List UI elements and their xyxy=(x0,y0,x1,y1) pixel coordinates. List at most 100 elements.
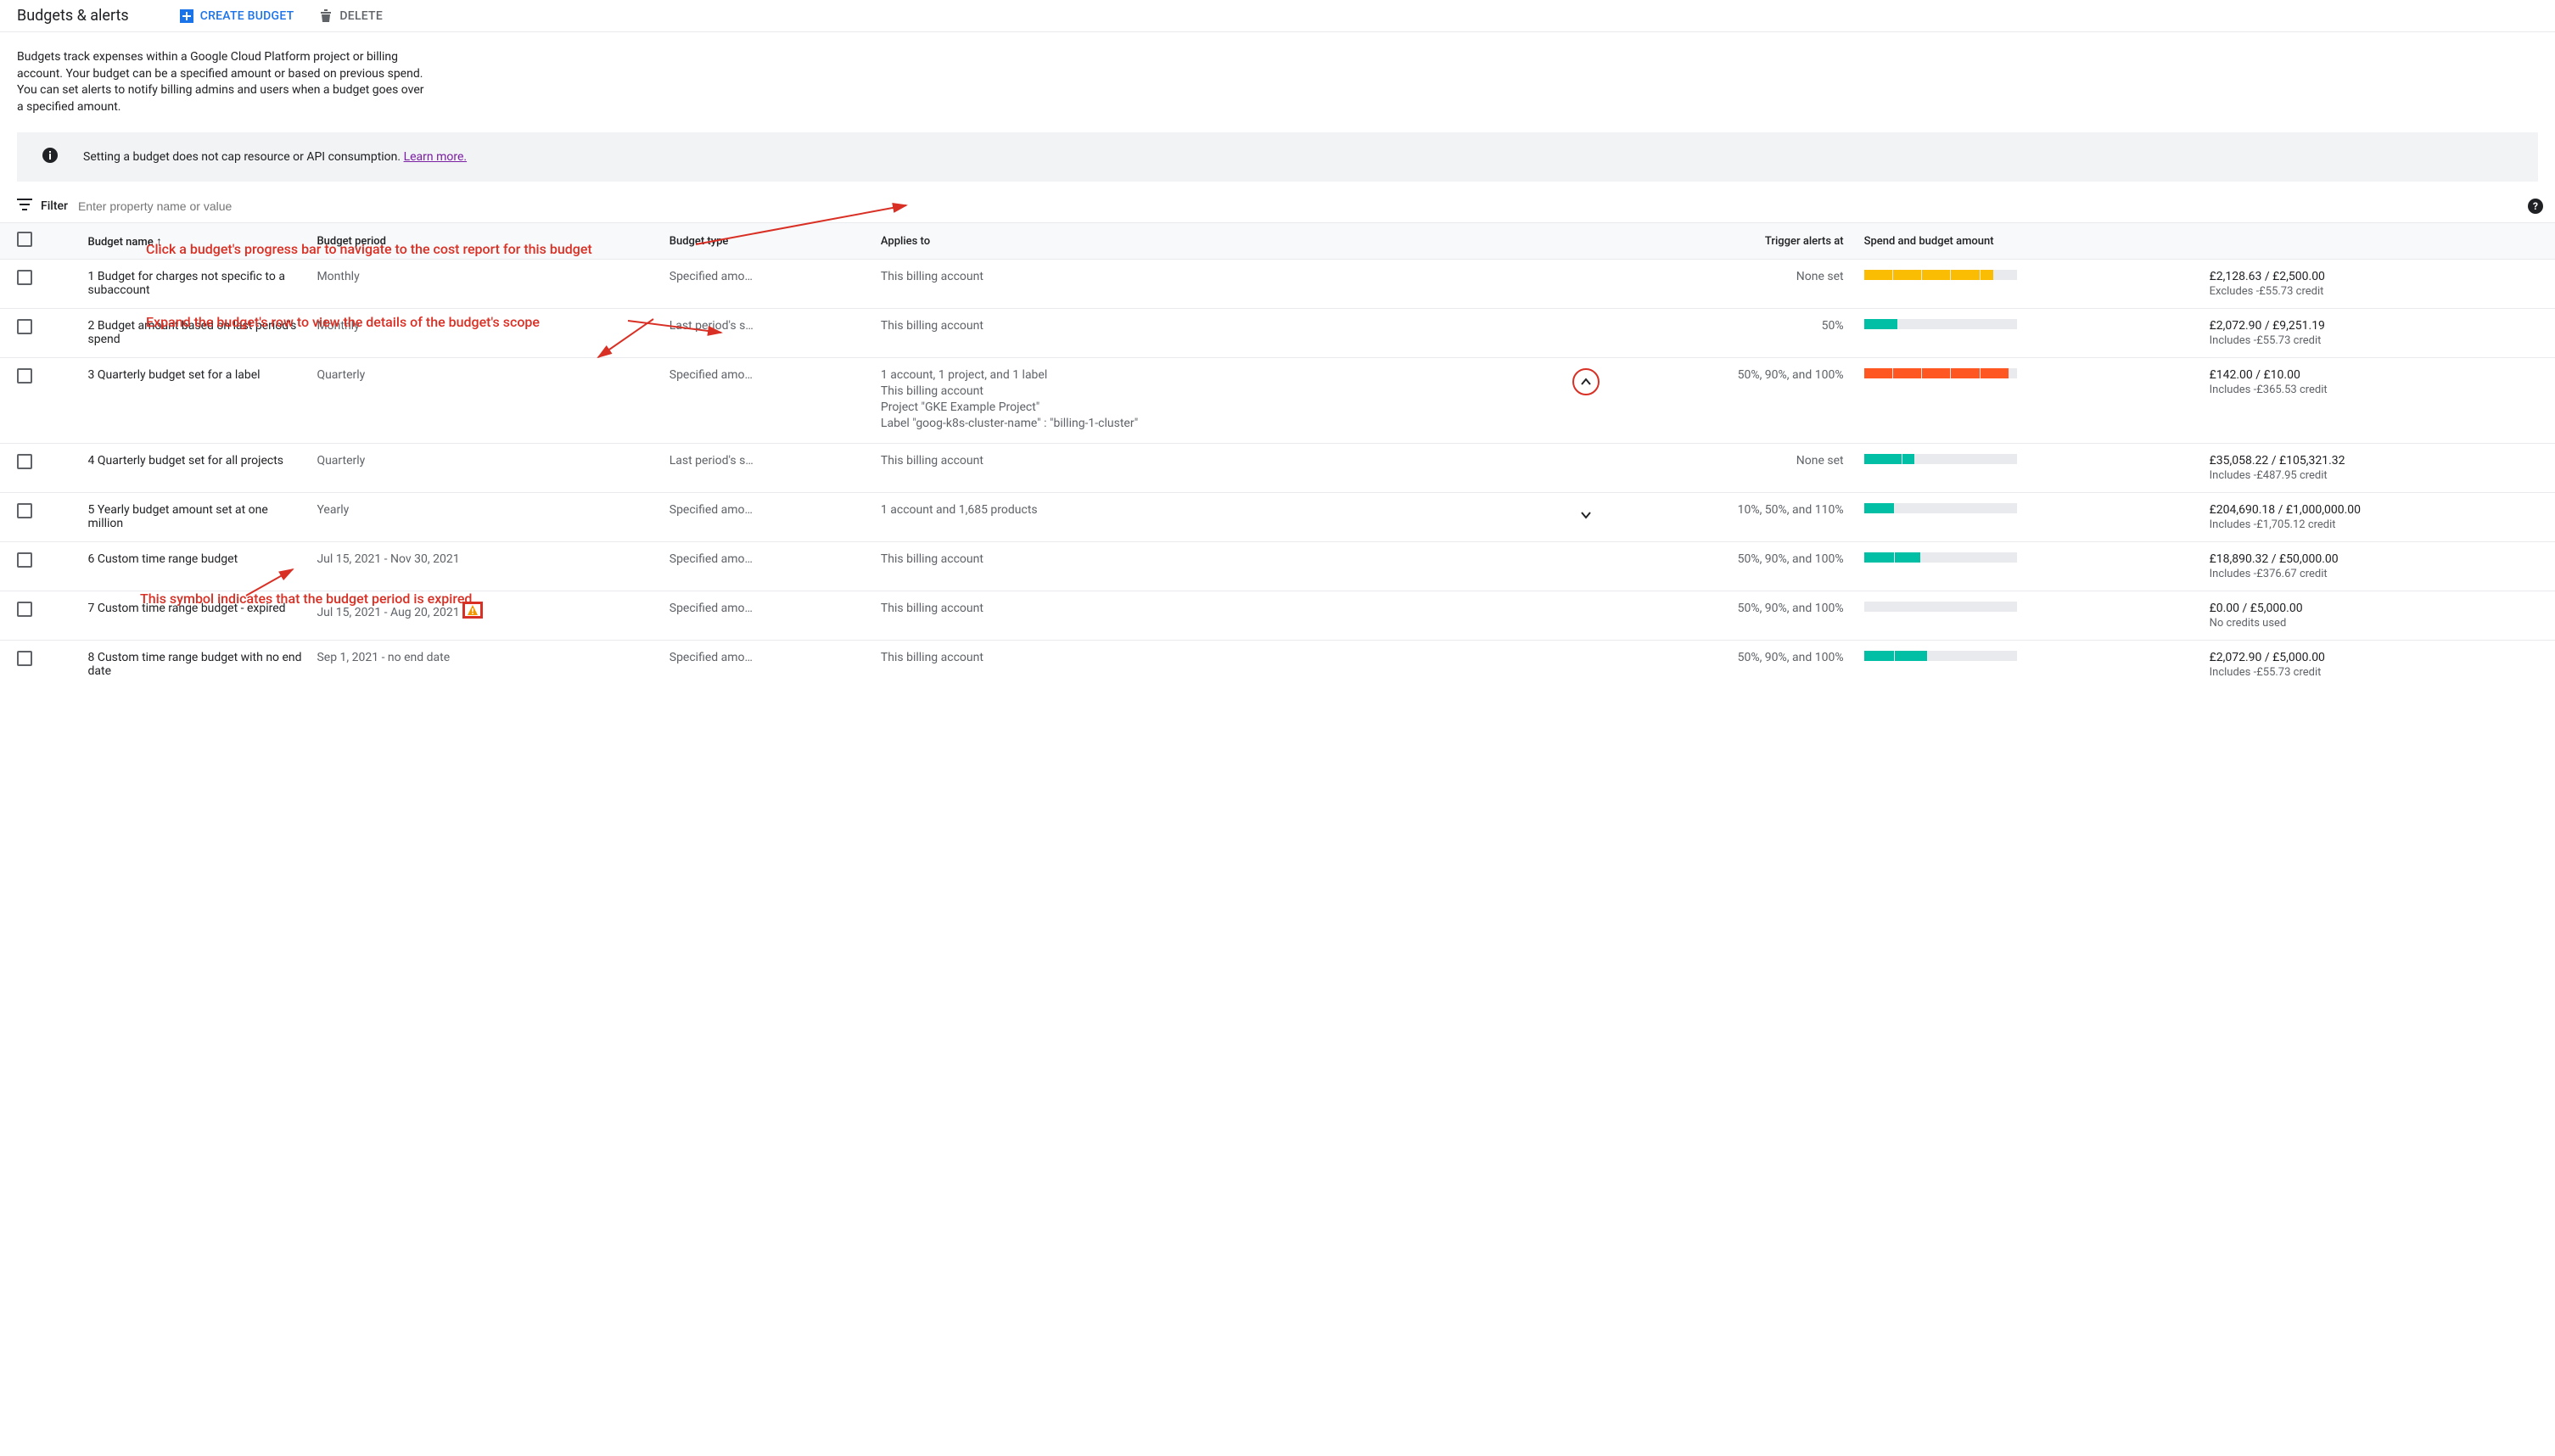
budget-name-cell[interactable]: 1 Budget for charges not specific to a s… xyxy=(81,260,311,309)
applies-to-cell: This billing account xyxy=(874,444,1544,493)
progress-cell xyxy=(1857,309,2203,358)
col-type-header[interactable]: Budget type xyxy=(663,223,874,260)
page-title: Budgets & alerts xyxy=(17,7,129,25)
progress-cell xyxy=(1857,444,2203,493)
delete-button[interactable]: DELETE xyxy=(319,9,383,23)
amount-cell: £204,690.18 / £1,000,000.00Includes -£1,… xyxy=(2203,493,2555,542)
expand-cell xyxy=(1544,309,1628,358)
amount-cell: £2,072.90 / £5,000.00Includes -£55.73 cr… xyxy=(2203,641,2555,690)
trigger-cell: 50%, 90%, and 100% xyxy=(1628,542,1857,591)
budget-name-cell[interactable]: 6 Custom time range budget xyxy=(81,542,311,591)
budget-type-cell: Last period's s… xyxy=(663,444,874,493)
progress-cell xyxy=(1857,591,2203,641)
select-all-checkbox[interactable] xyxy=(17,232,32,247)
sort-asc-icon: ↑ xyxy=(156,235,162,249)
col-name-label: Budget name xyxy=(88,236,154,249)
applies-to-cell: This billing account xyxy=(874,542,1544,591)
budget-type-cell: Specified amo… xyxy=(663,542,874,591)
progress-bar[interactable] xyxy=(1864,368,2017,378)
table-row[interactable]: 1 Budget for charges not specific to a s… xyxy=(0,260,2555,309)
budget-name-cell[interactable]: 8 Custom time range budget with no end d… xyxy=(81,641,311,690)
progress-bar[interactable] xyxy=(1864,454,2017,464)
learn-more-link[interactable]: Learn more. xyxy=(404,150,468,164)
budget-name-cell[interactable]: 4 Quarterly budget set for all projects xyxy=(81,444,311,493)
info-icon xyxy=(42,148,58,166)
budget-name-cell[interactable]: 5 Yearly budget amount set at one millio… xyxy=(81,493,311,542)
help-icon[interactable]: ? xyxy=(2528,199,2543,214)
progress-bar[interactable] xyxy=(1864,503,2017,513)
progress-cell xyxy=(1857,358,2203,444)
expand-cell xyxy=(1544,260,1628,309)
amount-cell: £2,072.90 / £9,251.19Includes -£55.73 cr… xyxy=(2203,309,2555,358)
progress-bar[interactable] xyxy=(1864,602,2017,612)
collapse-button-highlighted[interactable] xyxy=(1572,368,1600,395)
trash-icon xyxy=(319,9,333,23)
progress-bar[interactable] xyxy=(1864,319,2017,329)
amount-cell: £35,058.22 / £105,321.32Includes -£487.9… xyxy=(2203,444,2555,493)
progress-cell xyxy=(1857,641,2203,690)
filter-icon xyxy=(17,199,32,214)
applies-to-cell: 1 account, 1 project, and 1 labelThis bi… xyxy=(874,358,1544,444)
row-checkbox[interactable] xyxy=(17,552,32,568)
progress-bar[interactable] xyxy=(1864,651,2017,661)
row-checkbox[interactable] xyxy=(17,270,32,285)
table-row[interactable]: 6 Custom time range budgetJul 15, 2021 -… xyxy=(0,542,2555,591)
col-spend-header[interactable]: Spend and budget amount xyxy=(1857,223,2203,260)
select-all-header xyxy=(0,223,81,260)
trigger-cell: 10%, 50%, and 110% xyxy=(1628,493,1857,542)
table-row[interactable]: 5 Yearly budget amount set at one millio… xyxy=(0,493,2555,542)
table-row[interactable]: 2 Budget amount based on last period's s… xyxy=(0,309,2555,358)
budgets-table: Budget name ↑ Budget period Budget type … xyxy=(0,222,2555,689)
trigger-cell: 50%, 90%, and 100% xyxy=(1628,358,1857,444)
col-period-header[interactable]: Budget period xyxy=(310,223,662,260)
col-name-header[interactable]: Budget name ↑ xyxy=(81,223,311,260)
expired-warning-icon xyxy=(462,602,483,619)
table-row[interactable]: 3 Quarterly budget set for a labelQuarte… xyxy=(0,358,2555,444)
table-row[interactable]: 8 Custom time range budget with no end d… xyxy=(0,641,2555,690)
row-checkbox[interactable] xyxy=(17,368,32,384)
trigger-cell: 50% xyxy=(1628,309,1857,358)
progress-cell xyxy=(1857,493,2203,542)
row-checkbox[interactable] xyxy=(17,503,32,518)
budget-name-cell[interactable]: 7 Custom time range budget - expired xyxy=(81,591,311,641)
amount-cell: £142.00 / £10.00Includes -£365.53 credit xyxy=(2203,358,2555,444)
budget-period-cell: Monthly xyxy=(310,260,662,309)
row-checkbox[interactable] xyxy=(17,651,32,666)
amount-cell: £2,128.63 / £2,500.00Excludes -£55.73 cr… xyxy=(2203,260,2555,309)
budget-type-cell: Last period's s… xyxy=(663,309,874,358)
progress-bar[interactable] xyxy=(1864,552,2017,563)
applies-to-cell: 1 account and 1,685 products xyxy=(874,493,1544,542)
progress-cell xyxy=(1857,260,2203,309)
trigger-cell: None set xyxy=(1628,260,1857,309)
row-checkbox[interactable] xyxy=(17,454,32,469)
filter-bar: Filter ? xyxy=(0,190,2555,222)
expand-button[interactable] xyxy=(1574,503,1598,527)
applies-to-cell: This billing account xyxy=(874,309,1544,358)
page-description: Budgets track expenses within a Google C… xyxy=(0,32,441,124)
plus-icon xyxy=(180,9,193,23)
col-amount-header xyxy=(2203,223,2555,260)
info-banner: Setting a budget does not cap resource o… xyxy=(17,132,2538,182)
row-checkbox[interactable] xyxy=(17,319,32,334)
create-budget-button[interactable]: CREATE BUDGET xyxy=(180,9,294,23)
col-trigger-header[interactable]: Trigger alerts at xyxy=(1628,223,1857,260)
budget-period-cell: Jul 15, 2021 - Nov 30, 2021 xyxy=(310,542,662,591)
expand-cell xyxy=(1544,591,1628,641)
trigger-cell: 50%, 90%, and 100% xyxy=(1628,591,1857,641)
filter-input[interactable] xyxy=(76,199,2538,214)
filter-label: Filter xyxy=(41,199,68,213)
table-row[interactable]: 4 Quarterly budget set for all projectsQ… xyxy=(0,444,2555,493)
budget-type-cell: Specified amo… xyxy=(663,591,874,641)
table-row[interactable]: 7 Custom time range budget - expiredJul … xyxy=(0,591,2555,641)
col-applies-header[interactable]: Applies to xyxy=(874,223,1544,260)
budget-name-cell[interactable]: 2 Budget amount based on last period's s… xyxy=(81,309,311,358)
progress-bar[interactable] xyxy=(1864,270,2017,280)
amount-cell: £0.00 / £5,000.00No credits used xyxy=(2203,591,2555,641)
budget-period-cell: Sep 1, 2021 - no end date xyxy=(310,641,662,690)
row-checkbox[interactable] xyxy=(17,602,32,617)
budget-period-cell: Quarterly xyxy=(310,358,662,444)
page-header: Budgets & alerts CREATE BUDGET DELETE xyxy=(0,0,2555,32)
applies-to-cell: This billing account xyxy=(874,260,1544,309)
budget-name-cell[interactable]: 3 Quarterly budget set for a label xyxy=(81,358,311,444)
amount-cell: £18,890.32 / £50,000.00Includes -£376.67… xyxy=(2203,542,2555,591)
